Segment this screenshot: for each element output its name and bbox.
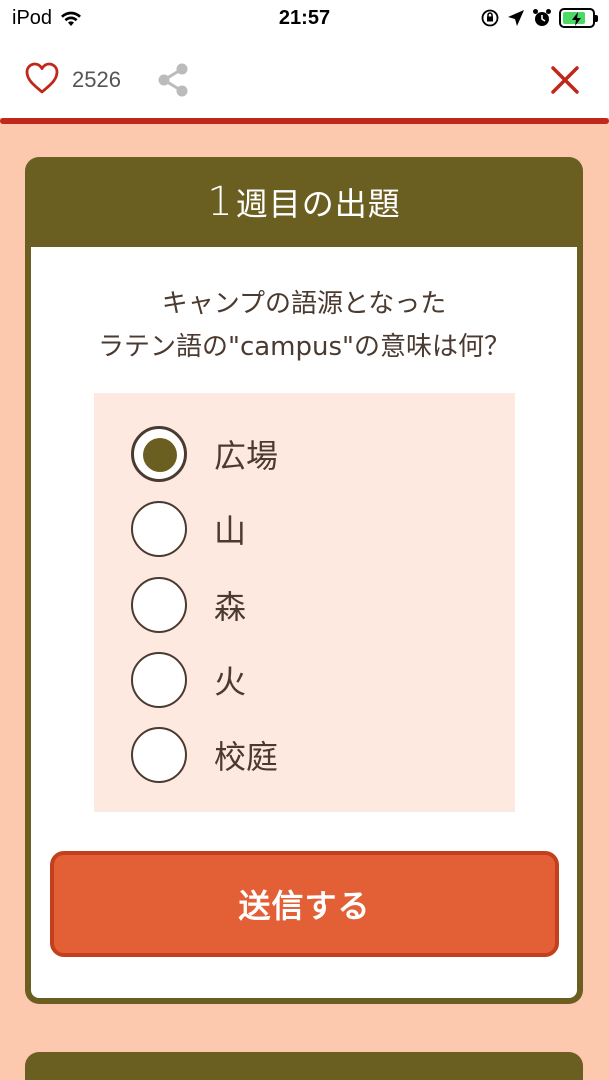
header-divider: [0, 118, 609, 124]
quiz-card-body: キャンプの語源となった ラテン語の"campus"の意味は何？ 広場 山 森 火: [31, 247, 577, 998]
option-label: 山: [214, 512, 247, 550]
heart-outline-icon[interactable]: [24, 61, 60, 95]
radio-button[interactable]: [131, 501, 187, 557]
option-label: 森: [214, 588, 247, 626]
week-number: 1: [207, 179, 234, 225]
question-text: キャンプの語源となった ラテン語の"campus"の意味は何？: [31, 283, 577, 369]
action-bar: 2526: [0, 40, 609, 118]
option-1[interactable]: 山: [131, 499, 246, 559]
option-2[interactable]: 森: [131, 575, 246, 635]
close-icon[interactable]: [549, 64, 581, 96]
quiz-title: 週目の出題: [235, 185, 401, 223]
radio-button-selected[interactable]: [131, 426, 187, 482]
question-line-1: キャンプの語源となった: [161, 289, 447, 319]
radio-button[interactable]: [131, 652, 187, 708]
quiz-card-header: 1 週目の出題: [25, 157, 583, 247]
quiz-card: 1 週目の出題 キャンプの語源となった ラテン語の"campus"の意味は何？ …: [25, 157, 583, 1004]
battery-icon: [559, 8, 598, 28]
submit-button[interactable]: 送信する: [50, 851, 559, 957]
answer-options: 広場 山 森 火 校庭: [94, 393, 515, 812]
radio-button[interactable]: [131, 577, 187, 633]
next-quiz-card: [25, 1052, 583, 1080]
option-label: 広場: [214, 437, 279, 475]
like-count: 2526: [72, 67, 121, 92]
alarm-icon: [533, 9, 551, 26]
option-0[interactable]: 広場: [131, 424, 278, 484]
radio-button[interactable]: [131, 727, 187, 783]
option-4[interactable]: 校庭: [131, 725, 278, 785]
status-bar: iPod 21:57: [0, 0, 609, 40]
option-label: 火: [214, 663, 247, 701]
status-right: [480, 8, 598, 28]
question-line-2: ラテン語の"campus"の意味は何？: [97, 332, 510, 362]
orientation-lock-icon: [481, 9, 499, 27]
option-3[interactable]: 火: [131, 650, 246, 710]
share-icon[interactable]: [156, 62, 190, 98]
option-label: 校庭: [214, 738, 279, 776]
location-icon: [508, 10, 524, 26]
